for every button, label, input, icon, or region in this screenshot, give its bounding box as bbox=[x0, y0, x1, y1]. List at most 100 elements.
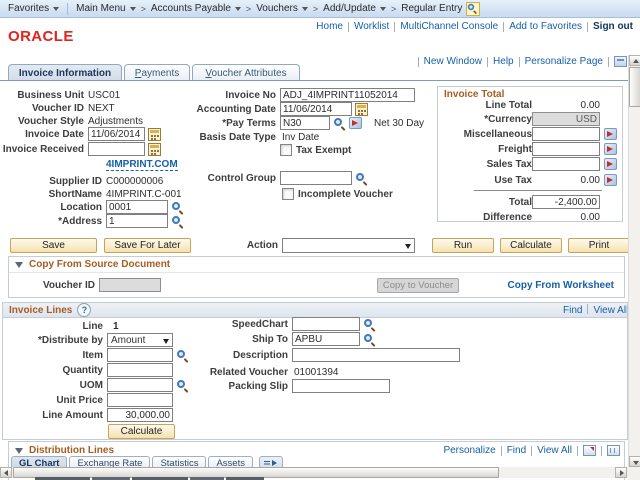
worklist-link[interactable]: Worklist bbox=[354, 21, 389, 32]
tab-invoice-information[interactable]: Invoice Information bbox=[8, 64, 122, 81]
tab-underline bbox=[0, 80, 628, 81]
sales-tax-input[interactable] bbox=[532, 157, 600, 171]
run-button[interactable]: Run bbox=[432, 238, 494, 253]
scroll-left-button[interactable] bbox=[0, 467, 12, 478]
speedchart-lookup-icon[interactable] bbox=[363, 318, 376, 331]
control-group-input[interactable] bbox=[280, 171, 352, 185]
calculate-button[interactable]: Calculate bbox=[500, 238, 562, 253]
ship-to-lookup-icon[interactable] bbox=[363, 333, 376, 346]
home-link[interactable]: Home bbox=[316, 21, 343, 32]
speedchart-input[interactable] bbox=[292, 317, 360, 331]
view-all-link[interactable]: View All bbox=[537, 445, 572, 456]
find-link[interactable]: Find bbox=[563, 305, 582, 316]
oracle-logo: ORACLE bbox=[8, 28, 74, 45]
divider bbox=[487, 56, 489, 67]
line-total-value: 0.00 bbox=[580, 99, 600, 111]
main-menu[interactable]: Main Menu bbox=[76, 3, 136, 14]
description-input[interactable] bbox=[292, 348, 460, 362]
personalize-page-link[interactable]: Personalize Page bbox=[525, 56, 603, 67]
calendar-icon[interactable] bbox=[148, 142, 161, 156]
collapse-triangle-icon[interactable] bbox=[15, 261, 23, 268]
print-button[interactable]: Print bbox=[568, 238, 630, 253]
scroll-right-button[interactable] bbox=[615, 467, 627, 478]
sales-tax-transfer-icon[interactable] bbox=[604, 158, 617, 170]
breadcrumb-vouchers[interactable]: Vouchers bbox=[256, 3, 308, 14]
divider bbox=[608, 56, 609, 67]
download-grid-icon[interactable] bbox=[607, 445, 620, 456]
tab-payments[interactable]: Payments bbox=[124, 64, 190, 81]
invoice-no-input[interactable] bbox=[280, 88, 415, 102]
save-for-later-button[interactable]: Save For Later bbox=[104, 238, 191, 253]
copy-to-voucher-button: Copy to Voucher bbox=[377, 278, 459, 293]
tab-voucher-attributes[interactable]: Voucher Attributes bbox=[192, 64, 300, 81]
total-input[interactable] bbox=[532, 195, 600, 209]
save-button[interactable]: Save bbox=[10, 238, 97, 253]
pay-terms-transfer-icon[interactable] bbox=[349, 117, 362, 129]
tab-label: Payments bbox=[134, 67, 180, 79]
use-tax-transfer-icon[interactable] bbox=[604, 174, 617, 186]
voucher-id-value: NEXT bbox=[88, 102, 115, 114]
copy-url-icon[interactable] bbox=[614, 56, 627, 67]
location-lookup-icon[interactable] bbox=[171, 201, 184, 214]
address-lookup-icon[interactable] bbox=[171, 215, 184, 228]
supplier-site-link[interactable]: 4IMPRINT.COM bbox=[106, 159, 178, 171]
line-calculate-button[interactable]: Calculate bbox=[108, 424, 175, 439]
main-menu-label: Main Menu bbox=[76, 3, 126, 14]
location-label: Location bbox=[60, 201, 102, 213]
address-input[interactable] bbox=[106, 214, 168, 228]
vertical-scrollbar[interactable] bbox=[628, 55, 640, 467]
breadcrumb-add-update[interactable]: Add/Update bbox=[323, 3, 386, 14]
scroll-down-button[interactable] bbox=[629, 456, 640, 467]
favorites-menu[interactable]: Favorites bbox=[8, 3, 60, 14]
total-label: Total bbox=[508, 196, 532, 208]
zoom-grid-icon[interactable] bbox=[583, 445, 596, 456]
favorites-label: Favorites bbox=[8, 3, 50, 14]
unit-price-input[interactable] bbox=[107, 393, 173, 407]
personalize-link[interactable]: Personalize bbox=[443, 445, 495, 456]
invoice-received-input[interactable] bbox=[88, 142, 145, 156]
divider bbox=[587, 304, 589, 314]
multichannel-console-link[interactable]: MultiChannel Console bbox=[400, 21, 498, 32]
line-amount-label: Line Amount bbox=[42, 409, 103, 421]
help-icon[interactable] bbox=[77, 303, 92, 317]
incomplete-voucher-checkbox[interactable] bbox=[282, 188, 294, 200]
pay-terms-lookup-icon[interactable] bbox=[333, 117, 346, 130]
view-all-link[interactable]: View All bbox=[593, 305, 627, 316]
invoice-lines-header: Invoice Lines Find View All bbox=[3, 303, 627, 318]
vertical-scroll-thumb[interactable] bbox=[629, 67, 640, 107]
breadcrumb-accounts-payable[interactable]: Accounts Payable bbox=[151, 3, 241, 14]
scroll-up-button[interactable] bbox=[629, 55, 640, 66]
divider bbox=[347, 21, 349, 32]
sign-out-link[interactable]: Sign out bbox=[593, 21, 633, 32]
invoice-lines-links: Find View All bbox=[563, 304, 627, 316]
miscellaneous-input[interactable] bbox=[532, 127, 600, 141]
new-window-link[interactable]: New Window bbox=[424, 56, 482, 67]
speedchart-label: SpeedChart bbox=[231, 318, 288, 330]
invoice-total-panel: Invoice Total Line Total0.00 *Currency M… bbox=[437, 86, 623, 223]
accounting-date-input[interactable] bbox=[280, 102, 352, 116]
add-to-favorites-link[interactable]: Add to Favorites bbox=[509, 21, 582, 32]
freight-input[interactable] bbox=[532, 142, 600, 156]
help-link[interactable]: Help bbox=[493, 56, 514, 67]
breadcrumb-search-icon[interactable] bbox=[466, 1, 481, 16]
invoice-date-input[interactable] bbox=[88, 127, 145, 141]
pay-terms-input[interactable] bbox=[280, 116, 330, 130]
miscellaneous-transfer-icon[interactable] bbox=[604, 128, 617, 140]
distribution-lines-links: Personalize Find View All bbox=[443, 445, 620, 456]
copy-from-worksheet-link[interactable]: Copy From Worksheet bbox=[508, 280, 615, 291]
control-group-lookup-icon[interactable] bbox=[355, 172, 368, 185]
ship-to-input[interactable] bbox=[292, 332, 360, 346]
tax-exempt-checkbox[interactable] bbox=[280, 144, 292, 156]
collapse-triangle-icon[interactable] bbox=[15, 447, 23, 454]
find-link[interactable]: Find bbox=[507, 445, 526, 456]
line-amount-input[interactable] bbox=[107, 408, 173, 422]
location-input[interactable] bbox=[106, 200, 168, 214]
freight-transfer-icon[interactable] bbox=[604, 143, 617, 155]
action-dropdown[interactable] bbox=[282, 237, 415, 253]
short-name-label: ShortName bbox=[48, 188, 102, 200]
chevron-down-icon bbox=[53, 6, 60, 11]
address-label: *Address bbox=[58, 215, 102, 227]
breadcrumb-regular-entry[interactable]: Regular Entry bbox=[401, 3, 462, 14]
packing-slip-input[interactable] bbox=[292, 379, 390, 393]
calendar-icon[interactable] bbox=[355, 102, 368, 116]
